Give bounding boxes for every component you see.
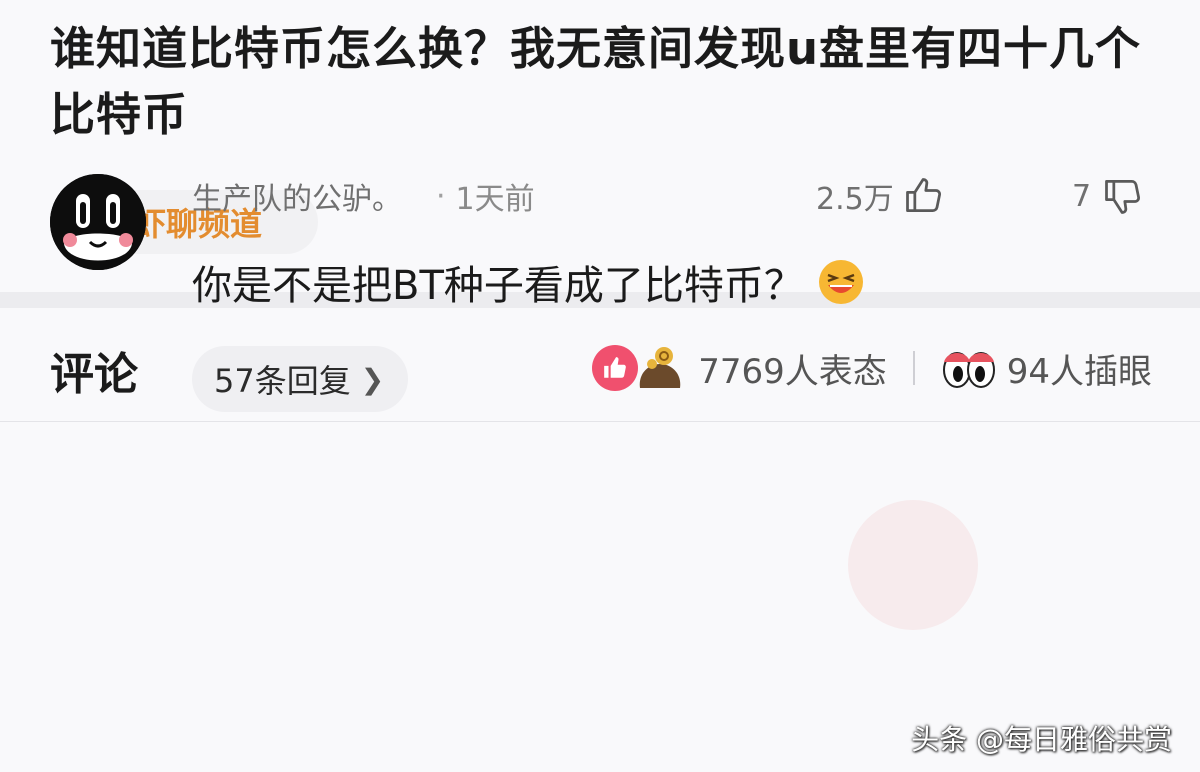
meta-dot: · [436, 178, 446, 214]
comments-section: 评论 7769人表态 94人插眼 [0, 308, 1200, 772]
dislike-button[interactable]: 7 [1072, 172, 1145, 220]
like-count: 2.5万 [816, 182, 894, 217]
chevron-right-icon: ❯ [360, 362, 385, 396]
comment-username[interactable]: 生产队的公驴。 [192, 174, 402, 218]
replies-count: 57条回复 [214, 362, 351, 400]
eyes-icon [942, 352, 995, 388]
post-card: 谁知道比特币怎么换？我无意间发现u盘里有四十几个比特币 虾聊频道 [0, 0, 1200, 292]
comment-text: 你是不是把BT种子看成了比特币？ [192, 252, 866, 312]
reactions-summary[interactable]: 7769人表态 94人插眼 [592, 340, 1152, 396]
stamp-watermark [848, 500, 978, 630]
thumbs-up-icon [905, 178, 941, 213]
coin-bag-icon [639, 347, 681, 388]
separator [912, 351, 915, 385]
like-button[interactable]: 2.5万 [816, 172, 946, 220]
page: 谁知道比特币怎么换？我无意间发现u盘里有四十几个比特币 虾聊频道 评论 7769… [0, 0, 1200, 772]
dislike-count: 7 [1072, 178, 1092, 214]
comments-title: 评论 [50, 349, 138, 400]
replies-button[interactable]: 57条回复 ❯ [192, 346, 408, 412]
thumbs-down-icon [1105, 179, 1141, 214]
thumbs-up-icon [592, 345, 639, 391]
comment-meta: 生产队的公驴。 · 1天前 [192, 174, 535, 218]
laughing-face-icon [818, 260, 863, 304]
comment-body: 你是不是把BT种子看成了比特币？ [192, 263, 804, 309]
eyes-count: 94人插眼 [1006, 351, 1152, 392]
comments-header: 评论 7769人表态 94人插眼 [0, 308, 1200, 422]
watermark: 头条 @每日雅俗共赏 [911, 723, 1172, 756]
reaction-count: 7769人表态 [698, 351, 887, 392]
comment-time: 1天前 [455, 182, 535, 217]
post-title: 谁知道比特币怎么换？我无意间发现u盘里有四十几个比特币 [50, 22, 1142, 141]
avatar[interactable] [50, 174, 146, 270]
